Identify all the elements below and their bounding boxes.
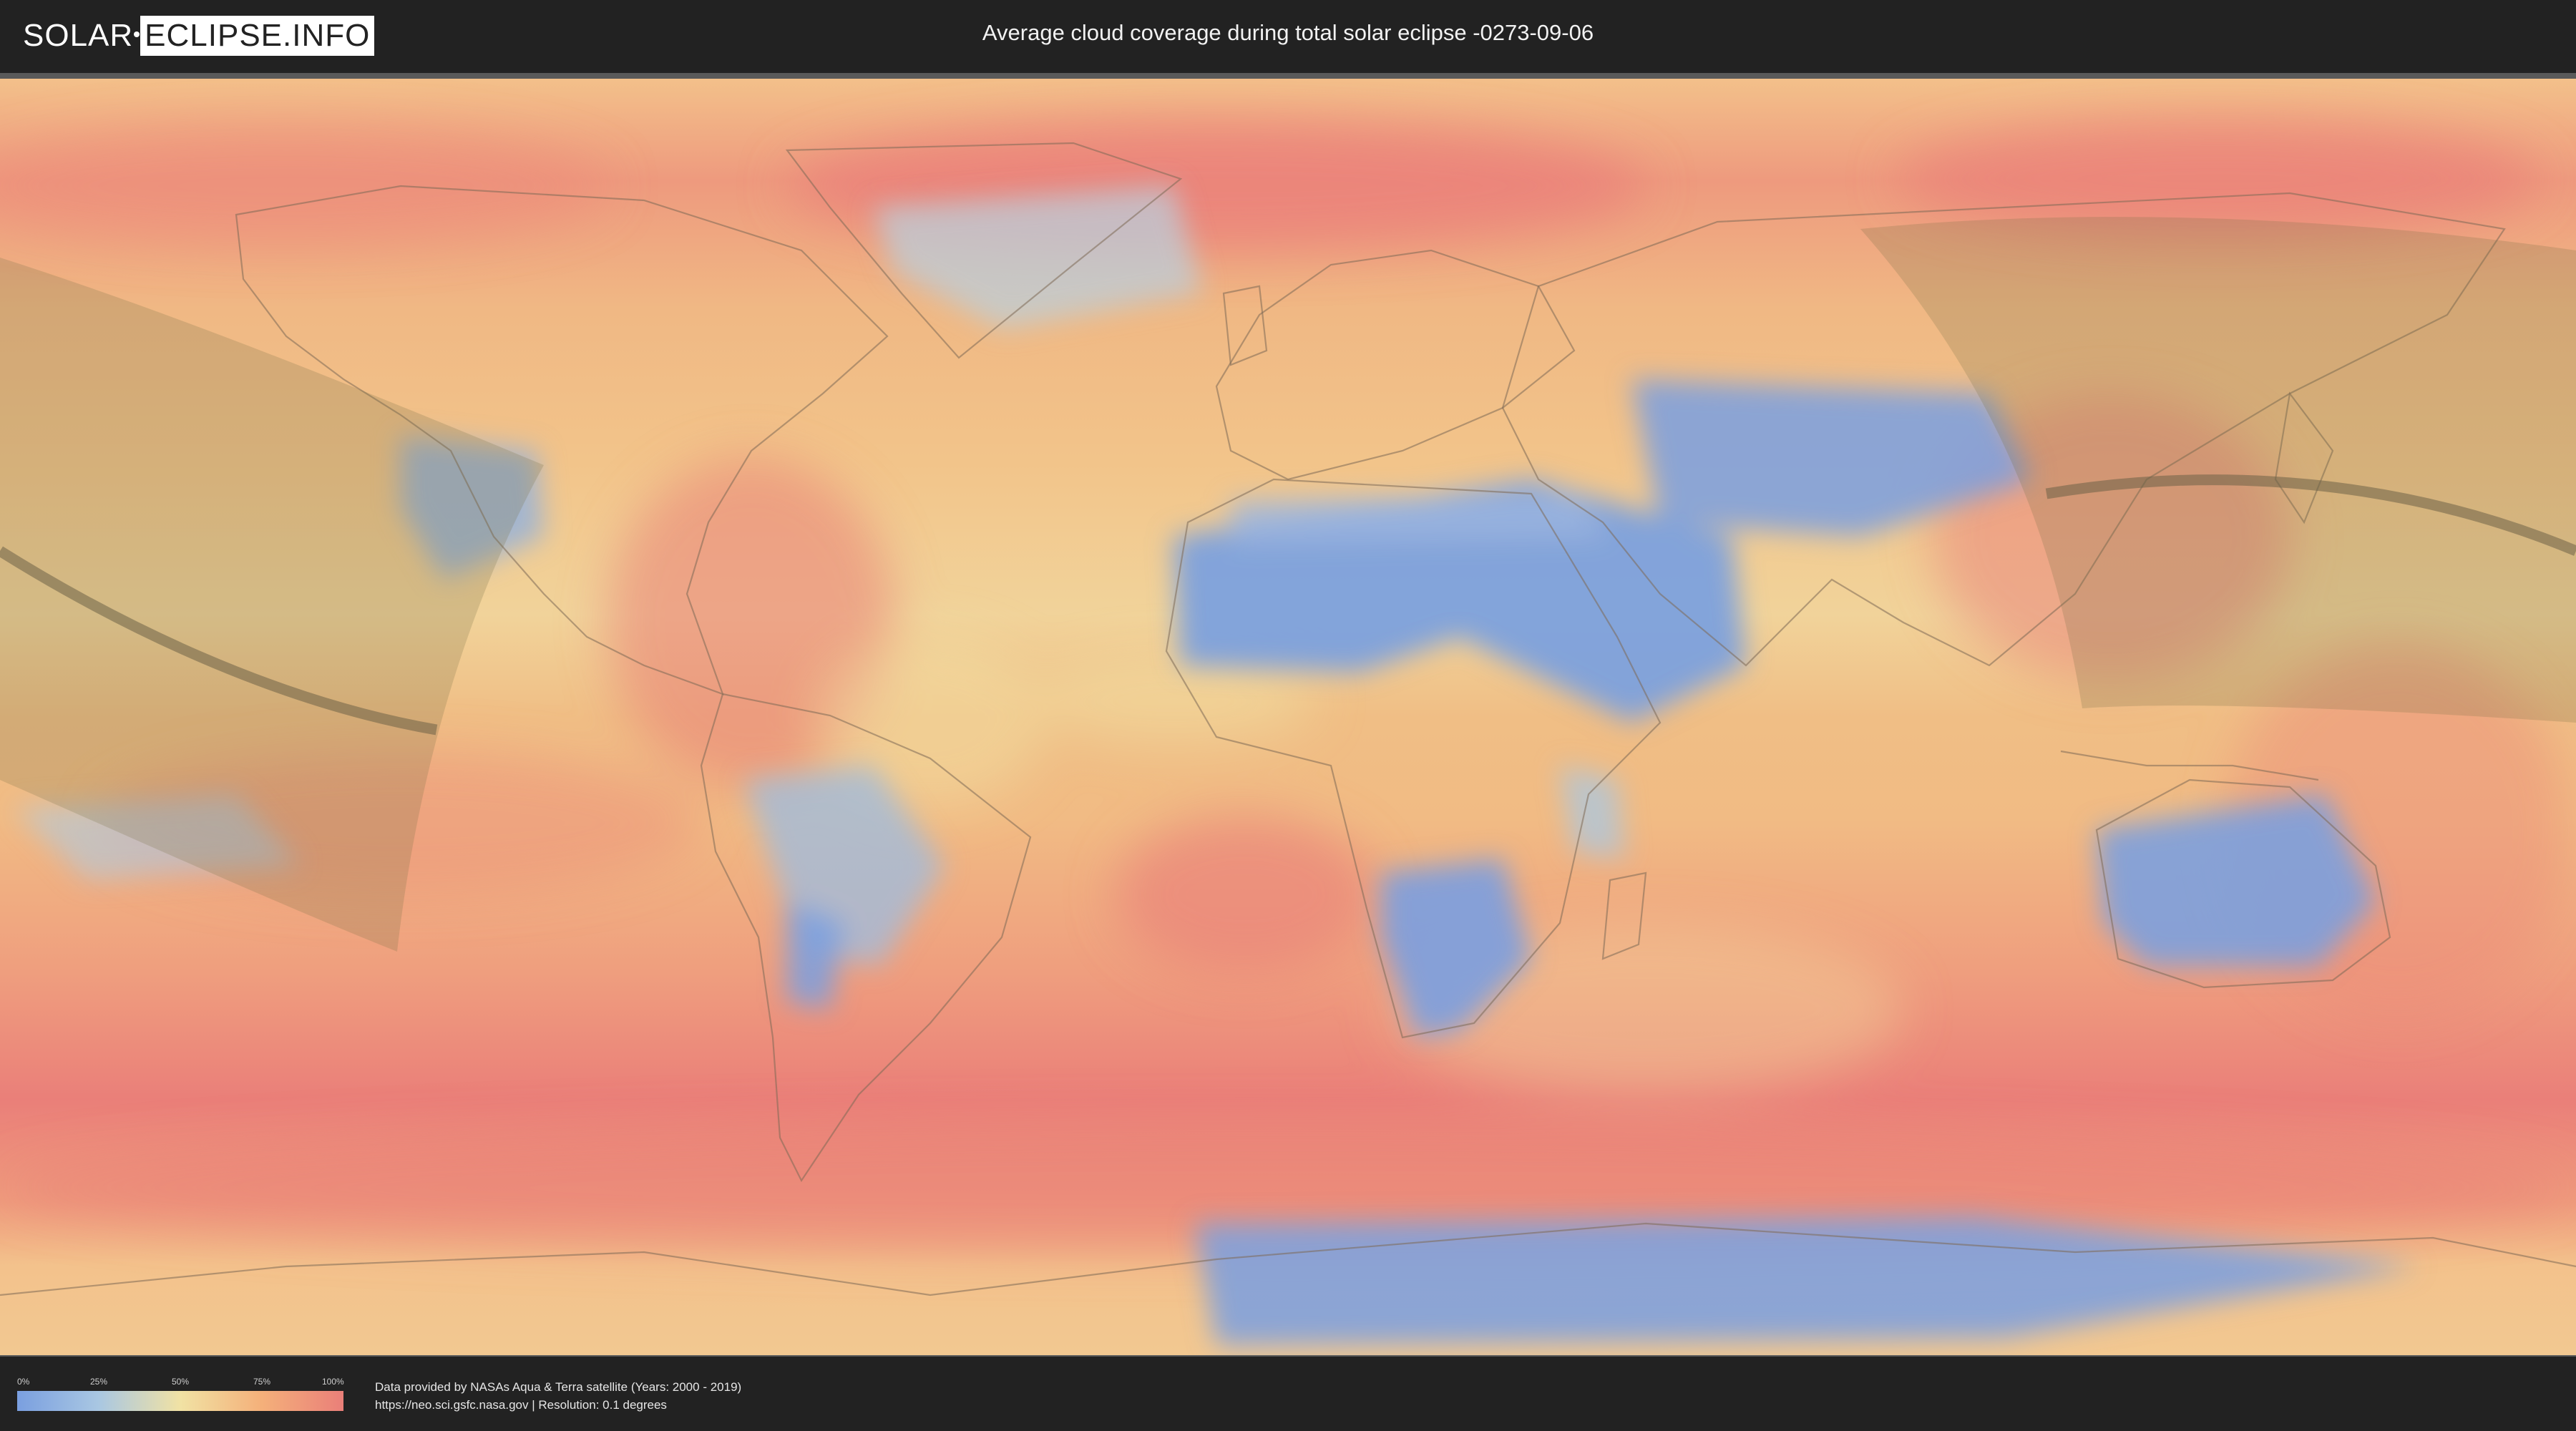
legend-ticks: 0% 25% 50% 75% 100% <box>17 1377 344 1390</box>
legend-tick: 50% <box>172 1377 190 1387</box>
top-bar: SOLAR ECLIPSE.INFO Average cloud coverag… <box>0 0 2576 73</box>
legend-tick: 100% <box>322 1377 344 1387</box>
cloud-coverage-legend: 0% 25% 50% 75% 100% <box>17 1377 344 1411</box>
legend-tick: 75% <box>253 1377 271 1387</box>
credit-line-2: https://neo.sci.gsfc.nasa.gov | Resoluti… <box>375 1398 667 1412</box>
credit-line-1: Data provided by NASAs Aqua & Terra sate… <box>375 1380 742 1394</box>
legend-tick: 25% <box>90 1377 108 1387</box>
cloud-coverage-map[interactable] <box>0 79 2576 1355</box>
legend-color-bar <box>17 1391 343 1411</box>
legend-tick: 0% <box>17 1377 30 1387</box>
page-title: Average cloud coverage during total sola… <box>982 20 1594 45</box>
data-credits: Data provided by NASAs Aqua & Terra sate… <box>375 1378 741 1414</box>
